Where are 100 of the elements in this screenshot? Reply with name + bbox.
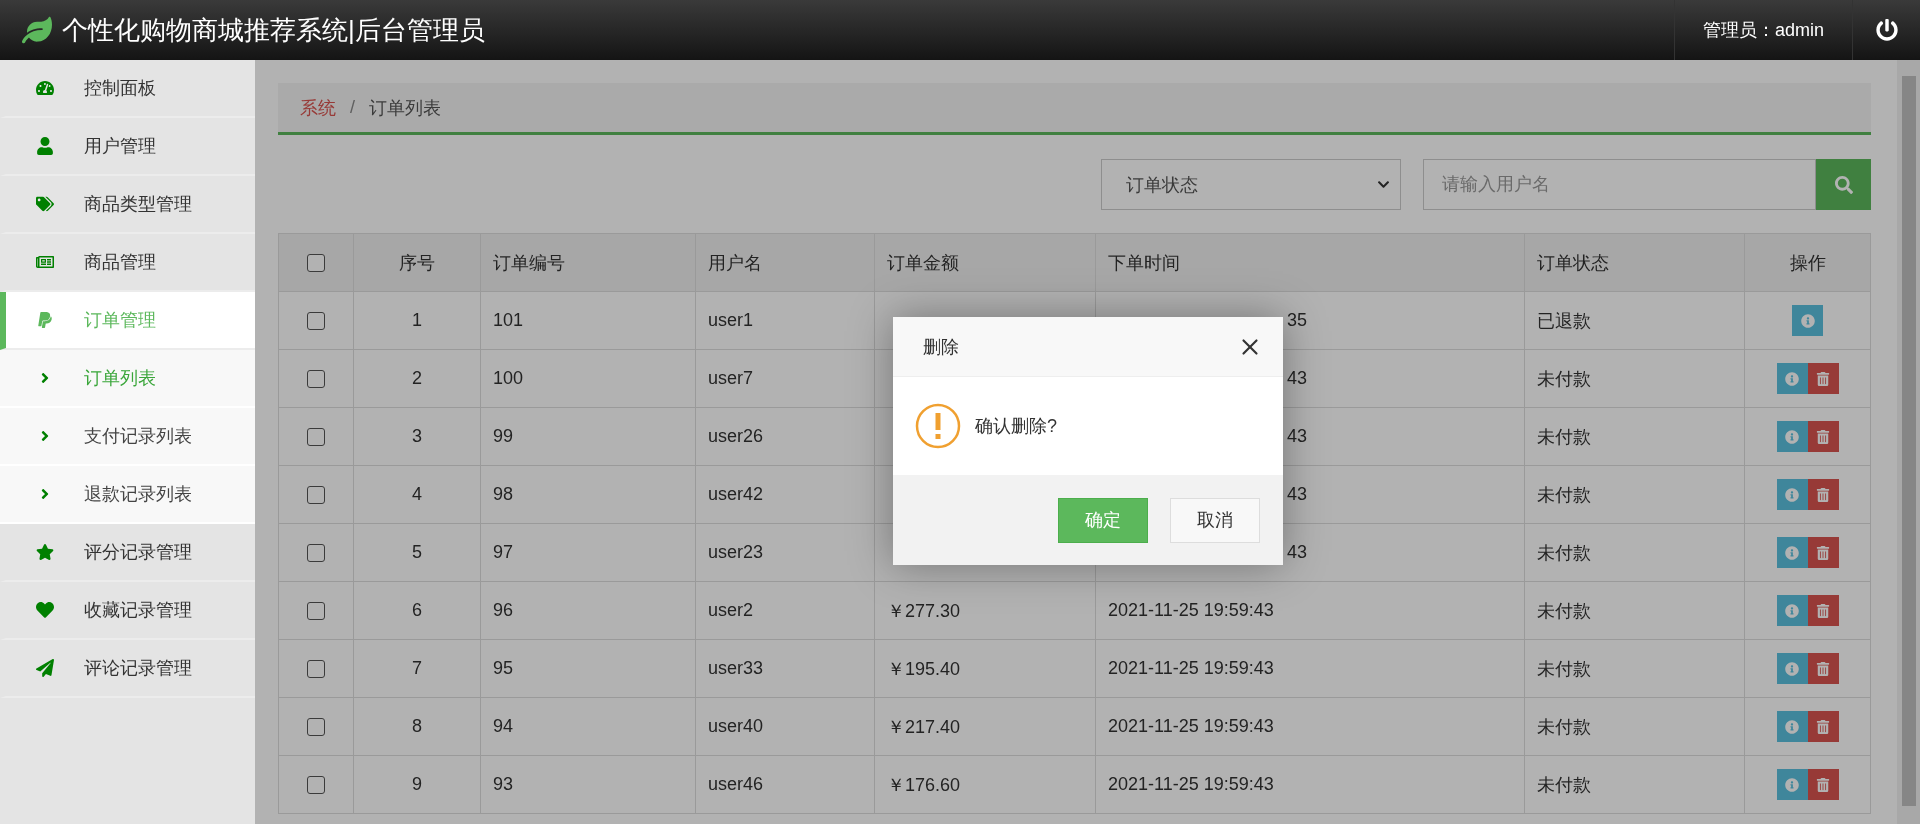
table-cell: user7: [696, 350, 875, 407]
star-icon: [36, 543, 54, 561]
table-cell: user23: [696, 524, 875, 581]
details-button[interactable]: [1776, 421, 1808, 452]
table-cell: user2: [696, 582, 875, 639]
table-cell: 2021-11-25 19:59:43: [1096, 698, 1525, 755]
column-header: 序号: [354, 234, 481, 291]
table-cell: 2021-11-25 19:59:43: [1096, 640, 1525, 697]
trash-icon: [1816, 661, 1830, 676]
table-cell: 2021-11-25 19:59:43: [1096, 582, 1525, 639]
delete-button[interactable]: [1807, 537, 1839, 568]
row-checkbox[interactable]: [307, 601, 325, 620]
details-button[interactable]: [1776, 769, 1808, 800]
row-checkbox[interactable]: [307, 427, 325, 446]
column-header: 订单状态: [1525, 234, 1745, 291]
delete-button[interactable]: [1807, 479, 1839, 510]
table-cell: 未付款: [1525, 698, 1745, 755]
table-cell: 未付款: [1525, 466, 1745, 523]
table-cell: user33: [696, 640, 875, 697]
trash-icon: [1816, 429, 1830, 444]
table-cell: 100: [481, 350, 696, 407]
row-checkbox[interactable]: [307, 543, 325, 562]
delete-button[interactable]: [1807, 653, 1839, 684]
table-cell: 未付款: [1525, 408, 1745, 465]
table-cell: 已退款: [1525, 292, 1745, 349]
details-button[interactable]: [1776, 595, 1808, 626]
table-cell: 98: [481, 466, 696, 523]
trash-icon: [1816, 545, 1830, 560]
power-icon: [1875, 19, 1898, 41]
warning-icon: [915, 403, 961, 449]
details-button[interactable]: [1776, 363, 1808, 394]
table-cell: 93: [481, 756, 696, 813]
delete-button[interactable]: [1807, 711, 1839, 742]
table-cell: ￥277.30: [875, 582, 1096, 639]
search-icon: [1834, 175, 1853, 194]
info-icon: [1785, 777, 1799, 792]
details-button[interactable]: [1776, 653, 1808, 684]
delete-button[interactable]: [1807, 363, 1839, 394]
table-cell: 96: [481, 582, 696, 639]
info-icon: [1800, 313, 1815, 328]
app-title: 个性化购物商城推荐系统|后台管理员: [62, 13, 485, 47]
row-checkbox[interactable]: [307, 369, 325, 388]
p-letter-icon: [36, 311, 54, 329]
row-checkbox[interactable]: [307, 775, 325, 794]
row-checkbox[interactable]: [307, 485, 325, 504]
details-button[interactable]: [1776, 711, 1808, 742]
search-button[interactable]: [1816, 159, 1871, 210]
info-icon: [1785, 719, 1799, 734]
details-button[interactable]: [1776, 479, 1808, 510]
chevron-down-icon: [1377, 178, 1390, 191]
table-cell: 5: [354, 524, 481, 581]
table-cell: 7: [354, 640, 481, 697]
trash-icon: [1816, 371, 1830, 386]
dialog-message: 确认删除?: [975, 415, 1057, 438]
scrollbar[interactable]: [1897, 60, 1920, 824]
table-cell: user40: [696, 698, 875, 755]
status-select[interactable]: 订单状态: [1101, 159, 1401, 210]
trash-icon: [1816, 487, 1830, 502]
table-cell: user42: [696, 466, 875, 523]
username-search-field[interactable]: 请输入用户名: [1423, 159, 1816, 210]
info-icon: [1785, 371, 1799, 386]
table-cell: 9: [354, 756, 481, 813]
table-cell: user26: [696, 408, 875, 465]
table-cell: 未付款: [1525, 350, 1745, 407]
table-cell: 未付款: [1525, 524, 1745, 581]
submenu-item[interactable]: 支付记录列表: [0, 408, 255, 466]
delete-button[interactable]: [1807, 769, 1839, 800]
table-cell: ￥217.40: [875, 698, 1096, 755]
table-cell: 8: [354, 698, 481, 755]
cancel-button[interactable]: 取消: [1170, 497, 1260, 543]
info-icon: [1785, 603, 1799, 618]
newspaper-icon: [36, 253, 54, 271]
info-icon: [1785, 487, 1799, 502]
table-cell: 6: [354, 582, 481, 639]
row-checkbox[interactable]: [307, 311, 325, 330]
row-checkbox[interactable]: [307, 717, 325, 736]
submenu-item[interactable]: 退款记录列表: [0, 466, 255, 524]
trash-icon: [1816, 603, 1830, 618]
leaf-icon: [22, 15, 52, 45]
column-header: 下单时间: [1096, 234, 1525, 291]
delete-button[interactable]: [1807, 595, 1839, 626]
table-cell: 99: [481, 408, 696, 465]
row-checkbox[interactable]: [307, 659, 325, 678]
column-header: 订单编号: [481, 234, 696, 291]
table-cell: 未付款: [1525, 640, 1745, 697]
table-cell: user1: [696, 292, 875, 349]
details-button[interactable]: [1792, 305, 1823, 336]
details-button[interactable]: [1776, 537, 1808, 568]
paper-plane-icon: [36, 659, 54, 677]
table-cell: 94: [481, 698, 696, 755]
table-cell: 3: [354, 408, 481, 465]
select-all-checkbox[interactable]: [307, 253, 325, 272]
breadcrumb-current: 订单列表: [369, 96, 441, 120]
table-cell: 未付款: [1525, 582, 1745, 639]
heart-icon: [36, 601, 54, 619]
table-cell: 1: [354, 292, 481, 349]
table-cell: 101: [481, 292, 696, 349]
table-cell: 4: [354, 466, 481, 523]
table-cell: 2: [354, 350, 481, 407]
delete-button[interactable]: [1807, 421, 1839, 452]
